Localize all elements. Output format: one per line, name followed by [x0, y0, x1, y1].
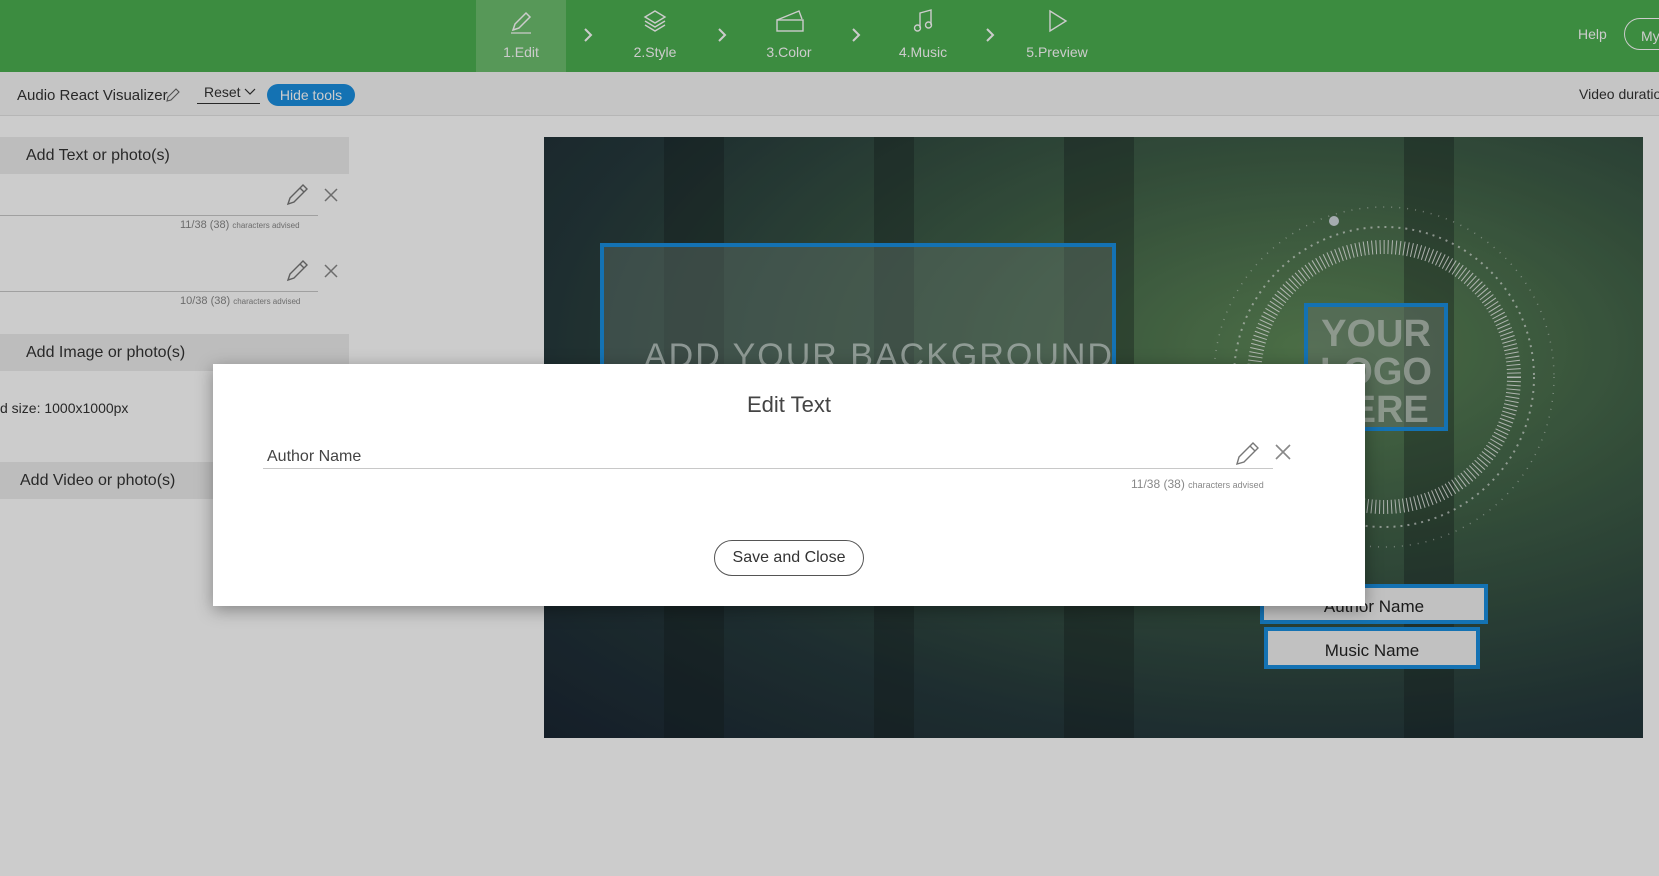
author-name-input[interactable]: [263, 439, 1273, 469]
close-icon[interactable]: [1274, 443, 1292, 461]
character-count: 11/38 (38) characters advised: [1131, 477, 1264, 491]
pencil-icon[interactable]: [1234, 439, 1262, 467]
edit-text-dialog: Edit Text 11/38 (38) characters advised …: [213, 364, 1365, 606]
dialog-title: Edit Text: [747, 392, 831, 417]
save-and-close-button[interactable]: Save and Close: [714, 540, 864, 576]
